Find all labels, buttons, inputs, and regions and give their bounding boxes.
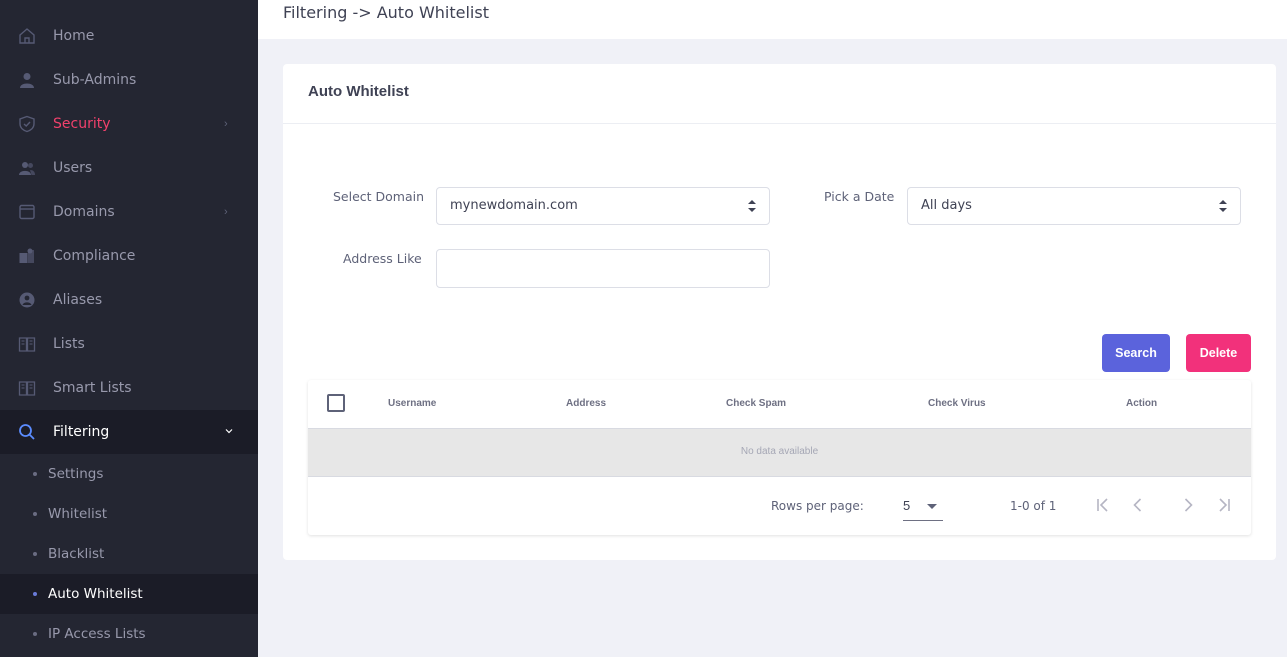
first-page-icon	[1097, 498, 1108, 512]
divider	[283, 123, 1276, 124]
rows-per-page-label: Rows per page:	[771, 499, 864, 513]
table-header: Username Address Check Spam Check Virus …	[308, 380, 1251, 429]
sidebar-item-home[interactable]: Home	[0, 14, 258, 58]
sidebar-item-domains[interactable]: Domains ›	[0, 190, 258, 234]
address-like-label: Address Like	[343, 251, 422, 266]
card-title: Auto Whitelist	[308, 83, 409, 100]
last-page-button[interactable]	[1213, 494, 1235, 516]
sidebar-item-security[interactable]: Security ›	[0, 102, 258, 146]
sidebar-item-label: Filtering	[53, 424, 110, 440]
bullet-icon	[33, 472, 37, 476]
select-domain-label: Select Domain	[333, 189, 425, 204]
rows-per-page-value: 5	[903, 498, 911, 513]
sidebar-item-label: Domains	[53, 204, 115, 220]
sort-arrows-icon	[1219, 200, 1227, 212]
chevron-right-icon: ›	[224, 206, 228, 218]
previous-page-button[interactable]	[1127, 494, 1149, 516]
sort-arrows-icon	[748, 200, 756, 212]
sidebar-item-smart-lists[interactable]: Smart Lists	[0, 366, 258, 410]
rows-per-page-select[interactable]: 5	[903, 491, 943, 521]
column-header-check-virus[interactable]: Check Virus	[928, 398, 986, 409]
data-table: Username Address Check Spam Check Virus …	[308, 380, 1251, 535]
pagination-range: 1-0 of 1	[1010, 499, 1057, 513]
sidebar-subitem-label: Whitelist	[48, 506, 108, 522]
bullet-icon	[33, 592, 37, 596]
window-icon	[17, 202, 37, 222]
sidebar-subitem-settings[interactable]: Settings	[0, 454, 258, 494]
column-header-username[interactable]: Username	[388, 398, 436, 409]
sidebar-item-users[interactable]: Users	[0, 146, 258, 190]
sidebar-subitem-label: Settings	[48, 466, 104, 482]
chevron-right-icon: ›	[224, 118, 228, 130]
aliases-icon	[17, 290, 37, 310]
first-page-button[interactable]	[1092, 494, 1114, 516]
header: Filtering -> Auto Whitelist	[258, 0, 1287, 39]
chevron-left-icon	[1133, 498, 1142, 512]
sidebar-subitem-whitelist[interactable]: Whitelist	[0, 494, 258, 534]
column-header-check-spam[interactable]: Check Spam	[726, 398, 786, 409]
sidebar-item-aliases[interactable]: Aliases	[0, 278, 258, 322]
chevron-right-icon	[1184, 498, 1193, 512]
date-select[interactable]: All days	[907, 187, 1241, 225]
sidebar-item-lists[interactable]: Lists	[0, 322, 258, 366]
select-all-checkbox[interactable]	[327, 394, 345, 412]
compliance-icon	[17, 246, 37, 266]
sidebar-subitem-label: IP Access Lists	[48, 626, 146, 642]
sidebar-item-label: Aliases	[53, 292, 103, 308]
next-page-button[interactable]	[1177, 494, 1199, 516]
pick-date-label: Pick a Date	[824, 189, 895, 204]
sidebar-item-filtering[interactable]: Filtering	[0, 410, 258, 454]
sidebar-item-label: Security	[53, 116, 111, 132]
sidebar-item-sub-admins[interactable]: Sub-Admins	[0, 58, 258, 102]
users-icon	[17, 158, 37, 178]
column-header-address[interactable]: Address	[566, 398, 606, 409]
sidebar-item-compliance[interactable]: Compliance	[0, 234, 258, 278]
empty-state-text: No data available	[740, 446, 819, 457]
sidebar-subitem-blacklist[interactable]: Blacklist	[0, 534, 258, 574]
bullet-icon	[33, 552, 37, 556]
table-footer: Rows per page: 5 1-0 of 1	[308, 477, 1251, 535]
sidebar-subitem-ip-access-lists[interactable]: IP Access Lists	[0, 614, 258, 654]
sidebar-item-label: Sub-Admins	[53, 72, 137, 88]
caret-down-icon	[927, 504, 937, 509]
search-icon	[17, 422, 37, 442]
sidebar: Home Sub-Admins Security › Users Domains…	[0, 0, 258, 657]
sidebar-item-label: Compliance	[53, 248, 136, 264]
column-header-action: Action	[1126, 398, 1158, 409]
bullet-icon	[33, 512, 37, 516]
search-button[interactable]: Search	[1102, 334, 1170, 372]
book-icon	[17, 334, 37, 354]
last-page-icon	[1219, 498, 1230, 512]
address-like-input[interactable]	[436, 249, 770, 288]
date-select-value: All days	[921, 198, 972, 213]
sidebar-item-label: Smart Lists	[53, 380, 132, 396]
sidebar-subitem-label: Blacklist	[48, 546, 105, 562]
domain-select-value: mynewdomain.com	[450, 198, 578, 213]
sidebar-item-label: Users	[53, 160, 93, 176]
chevron-down-icon	[224, 426, 234, 439]
auto-whitelist-card: Auto Whitelist Select Domain mynewdomain…	[283, 64, 1276, 560]
user-icon	[17, 70, 37, 90]
bullet-icon	[33, 632, 37, 636]
sidebar-subitem-label: Auto Whitelist	[48, 586, 143, 602]
breadcrumb: Filtering -> Auto Whitelist	[283, 3, 489, 22]
domain-select[interactable]: mynewdomain.com	[436, 187, 770, 225]
delete-button[interactable]: Delete	[1186, 334, 1251, 372]
shield-icon	[17, 114, 37, 134]
sidebar-subitem-auto-whitelist[interactable]: Auto Whitelist	[0, 574, 258, 614]
book-icon	[17, 378, 37, 398]
sidebar-item-label: Home	[53, 28, 95, 44]
table-row: No data available	[308, 429, 1251, 477]
sidebar-item-label: Lists	[53, 336, 85, 352]
home-icon	[17, 26, 37, 46]
